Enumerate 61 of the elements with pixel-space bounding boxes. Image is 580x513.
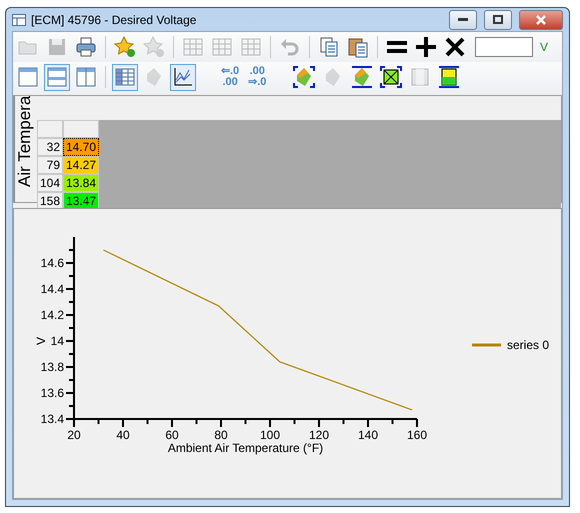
plus-icon — [415, 36, 437, 58]
window-icon — [12, 14, 26, 26]
y-tick-label: 14 — [50, 334, 64, 348]
table-cell[interactable]: 14.70 — [63, 138, 99, 156]
y-tick-label: 13.6 — [40, 386, 64, 400]
surface-icon — [351, 66, 374, 88]
table-cell[interactable]: 13.84 — [63, 174, 99, 192]
row-header: 32 — [37, 138, 63, 156]
row-header: 104 — [37, 174, 63, 192]
x-tick-label: 40 — [116, 428, 130, 442]
y-tick-label: 14.6 — [40, 256, 64, 270]
minimize-icon — [458, 18, 468, 22]
x-tick-label: 120 — [308, 428, 330, 442]
corner-cell — [37, 120, 63, 138]
save-icon — [46, 36, 68, 58]
multiply-icon — [444, 36, 466, 58]
x-tick-label: 80 — [214, 428, 228, 442]
table-cell[interactable]: 14.27 — [63, 156, 99, 174]
fill-box-icon — [438, 66, 460, 88]
paste-icon — [347, 36, 369, 58]
star-icon — [143, 36, 165, 58]
star-icon — [114, 36, 136, 58]
x-tick-label: 60 — [165, 428, 179, 442]
table-icon — [182, 36, 204, 58]
copy-icon — [318, 36, 340, 58]
toolbar-button[interactable] — [291, 64, 318, 90]
line-chart-icon — [172, 66, 194, 88]
y-tick-label: 14.4 — [40, 282, 64, 296]
y-tick-label: 14.2 — [40, 308, 64, 322]
legend-label: series 0 — [507, 338, 550, 352]
y-axis-label: V — [34, 337, 48, 345]
x-tick-label: 20 — [67, 428, 81, 442]
value-field[interactable] — [475, 37, 533, 57]
close-icon — [536, 14, 546, 24]
minimize-button[interactable] — [449, 10, 477, 30]
table-icon — [240, 36, 262, 58]
table-icon — [211, 36, 233, 58]
close-button[interactable] — [519, 10, 563, 30]
layout-icon — [75, 66, 97, 88]
x-axis-label: Ambient Air Temperature (°F) — [168, 441, 324, 455]
x-tick-label: 140 — [358, 428, 378, 442]
toolbar-button[interactable] — [170, 64, 196, 90]
y-tick-label: 13.4 — [40, 412, 64, 426]
legend-swatch — [472, 344, 501, 346]
window-title: [ECM] 45796 - Desired Voltage — [31, 12, 198, 26]
layout-icon — [46, 66, 68, 88]
column-header — [63, 120, 99, 138]
surface-icon — [293, 66, 316, 88]
y-tick-label: 13.8 — [40, 360, 64, 374]
layout-icon — [17, 66, 39, 88]
panel-icon — [409, 66, 432, 88]
row-header: 79 — [37, 156, 63, 174]
x-tick-label: 100 — [260, 428, 280, 442]
maximize-button[interactable] — [484, 10, 512, 30]
table-icon — [114, 66, 136, 88]
unit-label: V — [540, 40, 548, 54]
printer-icon — [75, 36, 97, 58]
x-tick-label: 160 — [406, 428, 428, 442]
maximize-icon — [493, 15, 503, 24]
cross-box-icon — [380, 66, 402, 88]
toolbar-button[interactable] — [378, 64, 404, 90]
